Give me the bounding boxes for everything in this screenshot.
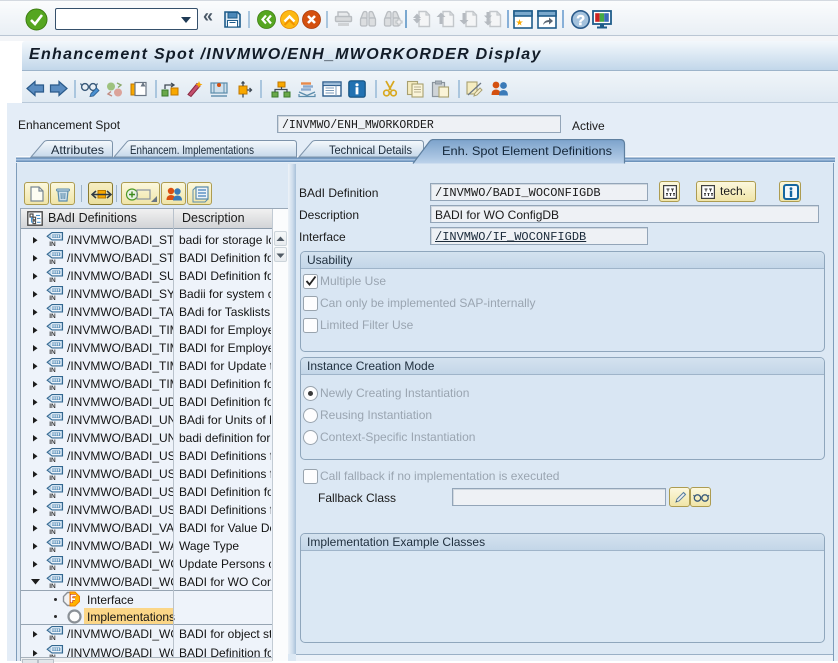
svg-text:IN: IN <box>49 313 56 320</box>
svg-text:IN: IN <box>49 241 56 248</box>
svg-text:IN: IN <box>49 439 56 446</box>
svg-text:Enh. Spot Element Definitions: Enh. Spot Element Definitions <box>442 144 612 158</box>
svg-text:IN: IN <box>49 367 56 374</box>
svg-text:IN: IN <box>49 403 56 410</box>
svg-text:IN: IN <box>49 511 56 518</box>
svg-text:IN: IN <box>49 583 56 590</box>
svg-text:IN: IN <box>49 565 56 572</box>
svg-text:IN: IN <box>49 277 56 284</box>
svg-text:Technical Details: Technical Details <box>329 143 412 157</box>
svg-text:IN: IN <box>49 457 56 464</box>
svg-text:IN: IN <box>49 529 56 536</box>
svg-text:Enhancem. Implementations: Enhancem. Implementations <box>130 143 254 157</box>
svg-text:IN: IN <box>49 475 56 482</box>
svg-text:IN: IN <box>49 635 56 642</box>
svg-text:IN: IN <box>49 421 56 428</box>
svg-text:IN: IN <box>49 385 56 392</box>
svg-text:Attributes: Attributes <box>51 143 104 157</box>
svg-text:IN: IN <box>49 259 56 266</box>
svg-text:?: ? <box>576 13 585 29</box>
svg-text:IN: IN <box>49 493 56 500</box>
svg-text:IN: IN <box>49 331 56 338</box>
svg-text:IN: IN <box>49 547 56 554</box>
svg-text:IN: IN <box>49 349 56 356</box>
svg-text:IN: IN <box>49 295 56 302</box>
